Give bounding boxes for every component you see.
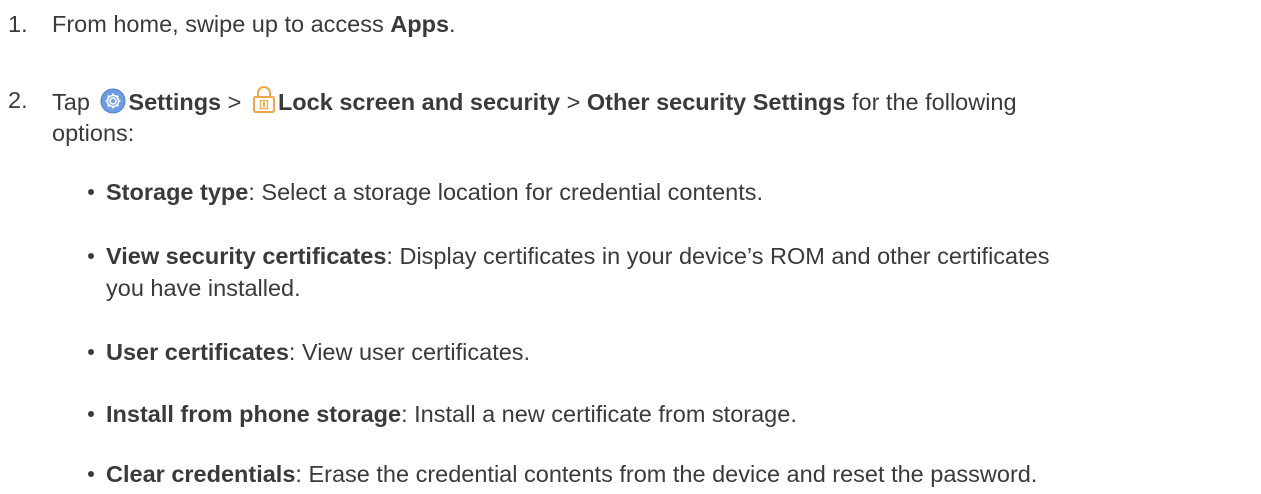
separator: > [221,89,248,115]
bullet-dot [88,189,94,195]
step-text-pre: From home, swipe up to access [52,11,391,37]
option-text: View security certificates: Display cert… [106,240,1246,272]
apps-label: Apps [390,11,450,37]
bullet-dot [88,253,94,259]
option-desc: : Display certificates in your device’s … [386,243,1050,269]
step-tap: Tap [52,89,97,115]
bullet-dot [88,411,94,417]
option-text: User certificates: View user certificate… [106,336,1246,368]
option-text: Storage type: Select a storage location … [106,176,1246,208]
step-number: 1. [8,11,28,37]
option-title: Clear credentials [106,461,296,487]
option-desc: : Install a new certificate from storage… [401,401,797,427]
lock-icon [252,84,276,122]
step-number: 2. [8,87,28,113]
step-text: Tap Settings > Lock screen and security … [52,84,1017,122]
step-text-post: . [449,11,456,37]
bullet-dot [88,471,94,477]
option-desc: : Erase the credential contents from the… [295,461,1038,487]
lock-screen-label: Lock screen and security [277,89,561,115]
option-text: Clear credentials: Erase the credential … [106,458,1246,490]
step-text-post: for the following [845,89,1017,115]
bullet-dot [88,349,94,355]
option-desc: : View user certificates. [288,339,531,365]
option-title: Install from phone storage [106,401,402,427]
option-title: Storage type [106,179,249,205]
step-text: From home, swipe up to access Apps. [52,8,456,40]
settings-label: Settings [128,89,222,115]
option-title: User certificates [106,339,289,365]
option-desc: : Select a storage location for credenti… [248,179,764,205]
option-text: Install from phone storage: Install a ne… [106,398,1246,430]
option-desc-line2: you have installed. [106,275,301,301]
other-security-label: Other security Settings [586,89,846,115]
option-title: View security certificates [106,243,387,269]
step-text-line2: options: [52,120,135,146]
separator: > [560,89,587,115]
